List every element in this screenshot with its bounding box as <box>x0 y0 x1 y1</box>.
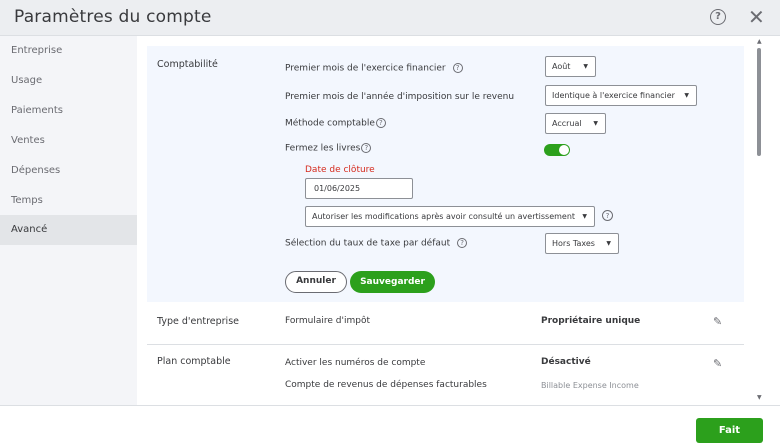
dialog-header: Paramètres du compte ? ✕ <box>0 0 780 36</box>
toggle-knob <box>559 145 569 155</box>
accounting-method-label: Méthode comptable? <box>285 118 386 129</box>
sidebar-item-usage[interactable]: Usage <box>0 66 137 96</box>
sidebar-item-depenses[interactable]: Dépenses <box>0 156 137 186</box>
accounting-method-text: Méthode comptable <box>285 118 375 129</box>
question-icon[interactable]: ? <box>457 238 468 248</box>
chevron-down-icon: ▼ <box>583 63 588 70</box>
sidebar-item-avance[interactable]: Avancé <box>0 215 137 245</box>
default-tax-label: Sélection du taux de taxe par défaut? <box>285 238 468 249</box>
default-tax-text: Sélection du taux de taxe par défaut <box>285 238 451 249</box>
close-icon[interactable]: ✕ <box>748 6 765 28</box>
chevron-down-icon: ▼ <box>582 213 587 220</box>
question-icon[interactable]: ? <box>375 118 386 128</box>
accounting-method-value: Accrual <box>552 119 582 128</box>
billable-label: Compte de revenus de dépenses facturable… <box>285 380 487 390</box>
save-button[interactable]: Sauvegarder <box>350 271 435 293</box>
close-books-label: Fermez les livres? <box>285 143 372 154</box>
scrollbar[interactable]: ▲ ▼ <box>752 36 780 405</box>
first-month-tax-select[interactable]: Identique à l'exercice financier ▼ <box>545 85 697 106</box>
sidebar-item-entreprise[interactable]: Entreprise <box>0 36 137 66</box>
help-icon[interactable]: ? <box>710 9 726 25</box>
question-icon[interactable]: ? <box>361 143 372 153</box>
tax-form-value: Propriétaire unique <box>541 316 641 326</box>
billable-value: Billable Expense Income <box>541 381 639 390</box>
first-month-fiscal-value: Août <box>552 62 571 71</box>
default-tax-select[interactable]: Hors Taxes ▼ <box>545 233 619 254</box>
chevron-down-icon: ▼ <box>606 240 611 247</box>
page-title: Paramètres du compte <box>14 7 212 27</box>
first-month-tax-label: Premier mois de l'année d'imposition sur… <box>285 92 515 102</box>
scroll-up-icon[interactable]: ▲ <box>757 38 762 45</box>
pencil-icon[interactable]: ✎ <box>713 357 722 370</box>
modifications-select[interactable]: Autoriser les modifications après avoir … <box>305 206 595 227</box>
scroll-down-icon[interactable]: ▼ <box>757 394 762 401</box>
first-month-fiscal-select[interactable]: Août ▼ <box>545 56 596 77</box>
account-numbers-label: Activer les numéros de compte <box>285 358 426 368</box>
sidebar-item-ventes[interactable]: Ventes <box>0 126 137 156</box>
modifications-value: Autoriser les modifications après avoir … <box>312 212 576 221</box>
closing-date-label: Date de clôture <box>305 165 375 175</box>
question-icon[interactable]: ? <box>602 210 613 221</box>
account-numbers-value: Désactivé <box>541 357 591 367</box>
done-button[interactable]: Fait <box>696 418 763 443</box>
pencil-icon[interactable]: ✎ <box>713 315 722 328</box>
first-month-tax-value: Identique à l'exercice financier <box>552 91 675 100</box>
tax-form-label: Formulaire d'impôt <box>285 316 370 326</box>
scroll-thumb[interactable] <box>757 48 761 156</box>
comptabilite-section-label: Comptabilité <box>157 59 218 70</box>
type-entreprise-section-label: Type d'entreprise <box>157 316 239 327</box>
plan-comptable-section-label: Plan comptable <box>157 356 231 367</box>
settings-main: Comptabilité Premier mois de l'exercice … <box>137 36 752 405</box>
dialog-footer: Fait <box>0 405 780 448</box>
chevron-down-icon: ▼ <box>684 92 689 99</box>
close-books-toggle[interactable] <box>544 144 570 156</box>
chevron-down-icon: ▼ <box>593 120 598 127</box>
question-icon[interactable]: ? <box>452 63 463 73</box>
default-tax-value: Hors Taxes <box>552 239 595 248</box>
sidebar-item-paiements[interactable]: Paiements <box>0 96 137 126</box>
comptabilite-panel: Comptabilité Premier mois de l'exercice … <box>147 46 744 302</box>
row-divider <box>147 344 744 345</box>
sidebar-item-temps[interactable]: Temps <box>0 186 137 216</box>
settings-sidebar: Entreprise Usage Paiements Ventes Dépens… <box>0 36 137 405</box>
accounting-method-select[interactable]: Accrual ▼ <box>545 113 606 134</box>
cancel-button[interactable]: Annuler <box>285 271 347 293</box>
first-month-fiscal-text: Premier mois de l'exercice financier <box>285 63 446 74</box>
closing-date-input[interactable]: 01/06/2025 <box>305 178 413 199</box>
first-month-fiscal-label: Premier mois de l'exercice financier? <box>285 63 463 74</box>
close-books-text: Fermez les livres <box>285 143 361 154</box>
